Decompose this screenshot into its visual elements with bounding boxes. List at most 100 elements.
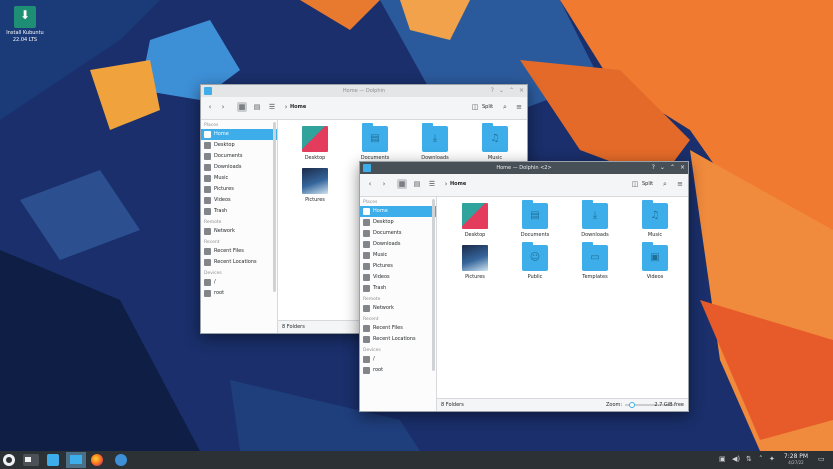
maximize-icon[interactable]: ⌃ — [670, 164, 675, 172]
help-icon[interactable]: ? — [652, 164, 655, 172]
places-item-pictures[interactable]: Pictures — [201, 184, 277, 195]
discover-icon[interactable] — [115, 454, 127, 466]
places-item-trash[interactable]: Trash — [201, 206, 277, 217]
places-item-recent-locations[interactable]: Recent Locations — [201, 257, 277, 268]
places-item-home[interactable]: Home — [201, 129, 277, 140]
places-item-trash[interactable]: Trash — [360, 283, 436, 294]
trash-icon — [204, 208, 211, 215]
places-item-network[interactable]: Network — [360, 303, 436, 314]
places-item-desktop[interactable]: Desktop — [360, 217, 436, 228]
trash-icon — [363, 285, 370, 292]
places-item-root-fs[interactable]: / — [201, 277, 277, 288]
places-item-root-fs[interactable]: / — [360, 354, 436, 365]
split-button[interactable]: Split — [482, 104, 493, 110]
maximize-icon[interactable]: ⌃ — [509, 87, 514, 95]
file-item-desktop[interactable]: Desktop — [292, 126, 338, 161]
downloads-folder-icon: ⤓ — [582, 200, 608, 229]
file-item-downloads[interactable]: ⤓ Downloads — [412, 123, 458, 161]
dolphin-taskbar-icon[interactable] — [47, 454, 59, 466]
zoom-slider-handle[interactable] — [629, 402, 635, 408]
recent-section-label: Recent — [363, 317, 379, 322]
compact-view-icon[interactable]: ▤ — [252, 102, 262, 112]
places-item-pictures[interactable]: Pictures — [360, 261, 436, 272]
menu-icon[interactable]: ≡ — [514, 102, 524, 112]
split-button[interactable]: Split — [642, 181, 653, 187]
dolphin-window-front[interactable]: Home — Dolphin <2> ? ⌄ ⌃ × ‹ › ▦ ▤ ☰ › H… — [359, 161, 689, 412]
file-item-pictures[interactable]: Pictures — [292, 168, 338, 203]
pictures-folder-icon — [462, 245, 488, 271]
show-desktop-icon[interactable]: ▭ — [818, 455, 825, 464]
application-launcher-icon[interactable] — [3, 454, 15, 466]
clock-time: 7:28 PM — [783, 453, 809, 460]
compact-view-icon[interactable]: ▤ — [412, 179, 422, 189]
close-icon[interactable]: × — [519, 87, 524, 95]
file-item-documents[interactable]: ▤ Documents — [352, 123, 398, 161]
places-section-label: Places — [204, 123, 219, 128]
install-kubuntu-desktop-icon[interactable]: Install Kubuntu 22.04 LTS — [6, 6, 44, 44]
forward-icon[interactable]: › — [218, 102, 228, 112]
volume-icon[interactable]: ◀) — [732, 455, 740, 464]
places-scrollbar[interactable] — [273, 122, 276, 292]
close-icon[interactable]: × — [680, 164, 685, 172]
back-icon[interactable]: ‹ — [365, 179, 375, 189]
window-titlebar[interactable]: Home — Dolphin <2> ? ⌄ ⌃ × — [360, 162, 688, 174]
breadcrumb[interactable]: Home — [450, 181, 466, 187]
back-icon[interactable]: ‹ — [205, 102, 215, 112]
file-item-public[interactable]: ☺ Public — [512, 242, 558, 280]
help-icon[interactable]: ? — [491, 87, 494, 95]
network-tray-icon[interactable]: ⇅ — [746, 455, 752, 464]
places-item-downloads[interactable]: Downloads — [360, 239, 436, 250]
file-item-documents[interactable]: ▤ Documents — [512, 200, 558, 238]
file-item-videos[interactable]: ▣ Videos — [632, 242, 678, 280]
places-item-music[interactable]: Music — [201, 173, 277, 184]
places-item-videos[interactable]: Videos — [201, 195, 277, 206]
file-item-downloads[interactable]: ⤓ Downloads — [572, 200, 618, 238]
file-item-music[interactable]: ♫ Music — [472, 123, 518, 161]
digital-clock[interactable]: 7:28 PM 4/27/22 — [781, 453, 811, 465]
file-item-templates[interactable]: ▭ Templates — [572, 242, 618, 280]
icons-view-icon[interactable]: ▦ — [397, 179, 407, 189]
public-folder-icon: ☺ — [522, 242, 548, 271]
icons-view-icon[interactable]: ▦ — [237, 102, 247, 112]
breadcrumb[interactable]: Home — [290, 104, 306, 110]
places-item-desktop[interactable]: Desktop — [201, 140, 277, 151]
places-item-music[interactable]: Music — [360, 250, 436, 261]
places-item-documents[interactable]: Documents — [201, 151, 277, 162]
places-item-root[interactable]: root — [360, 365, 436, 376]
places-item-downloads[interactable]: Downloads — [201, 162, 277, 173]
minimize-icon[interactable]: ⌄ — [499, 87, 504, 95]
videos-icon — [363, 274, 370, 281]
places-panel: Places Home Desktop Documents Downloads … — [201, 120, 278, 333]
pictures-folder-icon — [302, 168, 328, 194]
details-view-icon[interactable]: ☰ — [267, 102, 277, 112]
virtual-desktop-pager-icon[interactable] — [23, 454, 39, 466]
file-item-desktop[interactable]: Desktop — [452, 203, 498, 238]
forward-icon[interactable]: › — [379, 179, 389, 189]
dolphin-active-task-icon[interactable] — [66, 452, 86, 468]
places-item-recent-files[interactable]: Recent Files — [360, 323, 436, 334]
places-item-documents[interactable]: Documents — [360, 228, 436, 239]
places-item-recent-files[interactable]: Recent Files — [201, 246, 277, 257]
details-view-icon[interactable]: ☰ — [427, 179, 437, 189]
notifications-icon[interactable]: ✦ — [769, 455, 775, 464]
search-icon[interactable]: ⌕ — [660, 179, 670, 189]
places-item-root[interactable]: root — [201, 288, 277, 299]
tray-arrow-icon[interactable]: ˄ — [759, 455, 763, 464]
split-icon[interactable]: ◫ — [470, 102, 480, 112]
places-item-home[interactable]: Home — [360, 206, 436, 217]
firefox-icon[interactable] — [91, 454, 103, 466]
desktop-icon — [363, 219, 370, 226]
clipboard-icon[interactable]: ▣ — [719, 455, 726, 464]
split-icon[interactable]: ◫ — [630, 179, 640, 189]
menu-icon[interactable]: ≡ — [675, 179, 685, 189]
minimize-icon[interactable]: ⌄ — [660, 164, 665, 172]
search-icon[interactable]: ⌕ — [500, 102, 510, 112]
file-item-music[interactable]: ♫ Music — [632, 200, 678, 238]
places-item-videos[interactable]: Videos — [360, 272, 436, 283]
file-item-pictures[interactable]: Pictures — [452, 245, 498, 280]
places-item-recent-locations[interactable]: Recent Locations — [360, 334, 436, 345]
places-item-network[interactable]: Network — [201, 226, 277, 237]
documents-folder-icon: ▤ — [362, 123, 388, 152]
places-scrollbar[interactable] — [432, 199, 435, 371]
window-titlebar[interactable]: Home — Dolphin ? ⌄ ⌃ × — [201, 85, 527, 97]
